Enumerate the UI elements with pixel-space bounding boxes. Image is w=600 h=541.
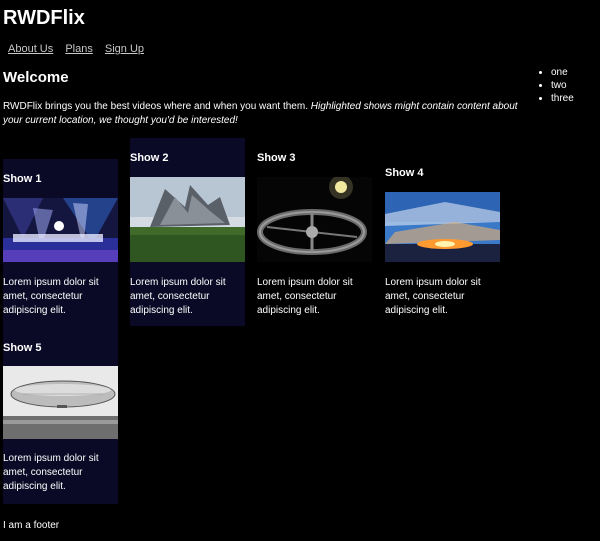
modern-building-image [130,177,245,262]
side-list-item: one [551,66,574,79]
nav-link-sign-up[interactable]: Sign Up [105,43,144,55]
main-nav: About Us Plans Sign Up [8,43,153,56]
space-station-image [257,177,372,262]
footer: I am a footer [3,520,60,531]
nav-link-about-us[interactable]: About Us [8,43,53,55]
show-description: Lorem ipsum dolor sit amet, consectetur … [257,277,353,316]
show-card-4[interactable]: Show 4 Lorem ipsum dolor sit amet, conse… [385,153,500,326]
show-description: Lorem ipsum dolor sit amet, consectetur … [3,277,99,316]
side-list-item: two [551,79,574,92]
show-title: Show 4 [385,167,424,179]
show-title: Show 2 [130,152,169,164]
intro-text: RWDFlix brings you the best videos where… [3,100,528,128]
show-title: Show 3 [257,152,296,164]
show-card-1[interactable]: Show 1 Lorem ipsum dolor sit amet, conse… [3,159,118,504]
show-description: Lorem ipsum dolor sit amet, consectetur … [3,453,99,492]
show-description: Lorem ipsum dolor sit amet, consectetur … [130,277,226,316]
show-card-3[interactable]: Show 3 Lorem ipsum dolor sit amet, conse… [257,138,372,326]
airship-image [3,366,118,439]
show-description: Lorem ipsum dolor sit amet, consectetur … [385,277,481,316]
site-title: RWDFlix [3,7,85,29]
show-title: Show 5 [3,342,42,354]
side-list: one two three [538,66,574,105]
sunset-sky-image [385,192,500,262]
intro-plain: RWDFlix brings you the best videos where… [3,101,308,112]
show-card-2[interactable]: Show 2 Lorem ipsum dolor sit amet, conse… [130,138,245,326]
concert-stage-image [3,198,118,262]
nav-link-plans[interactable]: Plans [65,43,93,55]
welcome-heading: Welcome [3,69,69,86]
side-list-item: three [551,92,574,105]
show-title: Show 1 [3,173,42,185]
